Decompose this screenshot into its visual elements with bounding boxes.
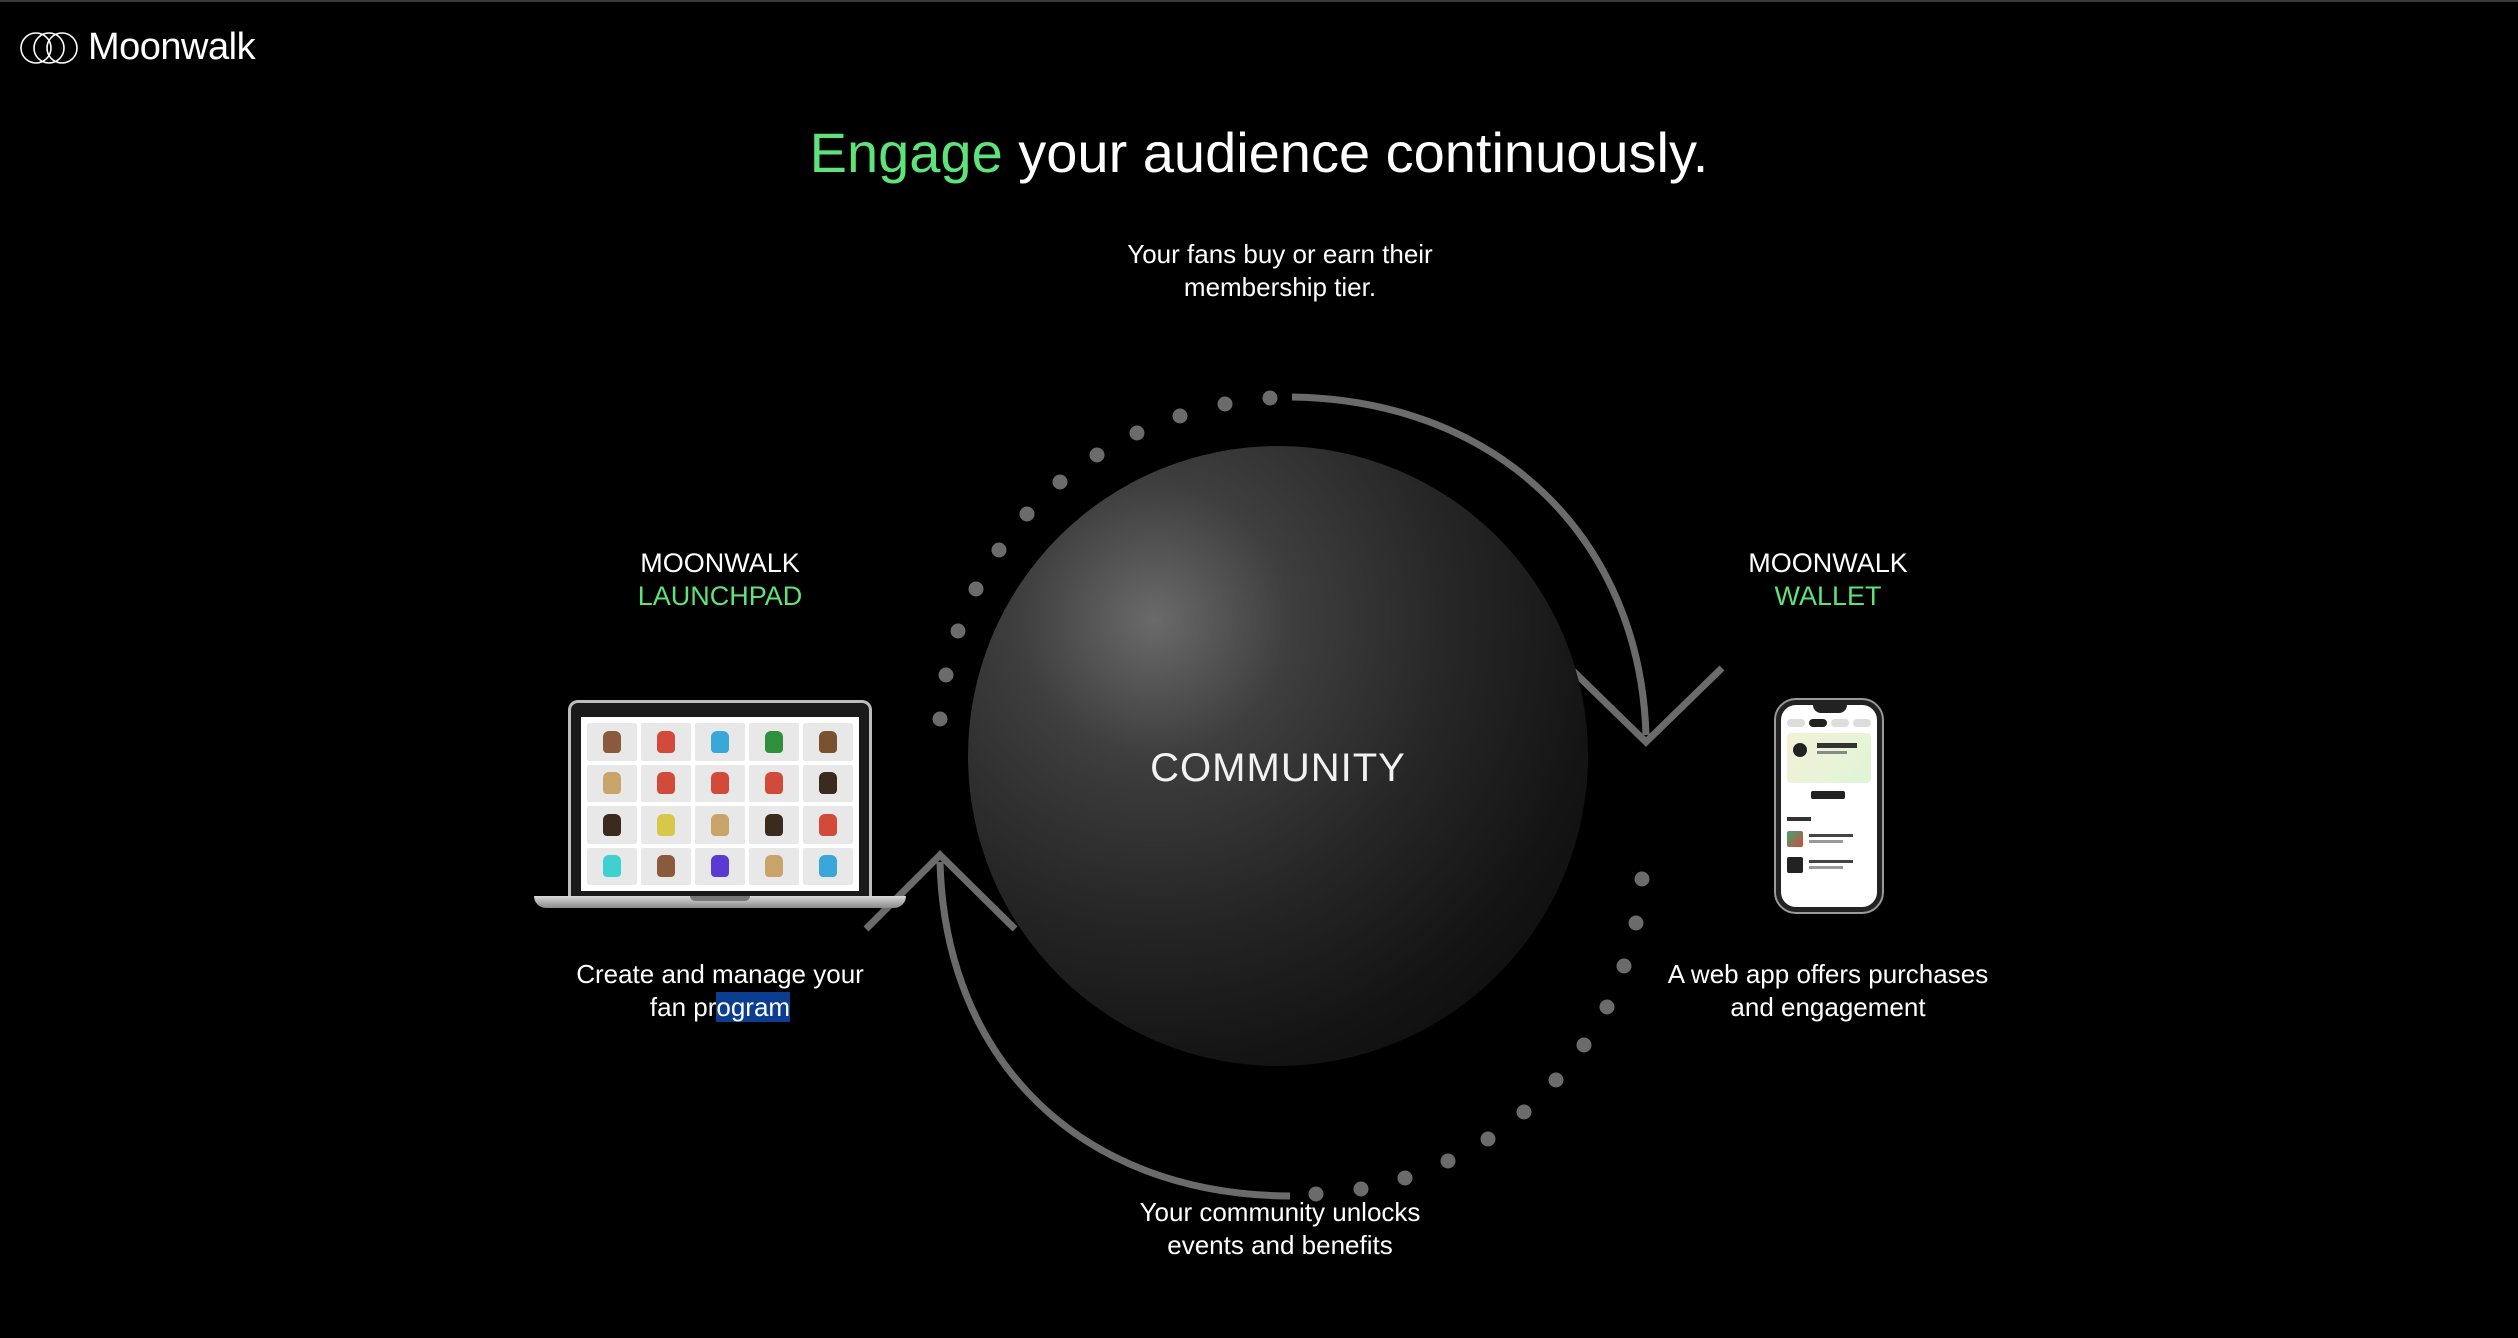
phone-pill bbox=[1811, 791, 1845, 799]
phone-unlock-row bbox=[1787, 831, 1871, 849]
wallet-caption: A web app offers purchases and engagemen… bbox=[1628, 958, 2028, 1024]
avatar-face bbox=[657, 730, 675, 753]
avatar-face bbox=[765, 813, 783, 836]
avatar-face bbox=[765, 855, 783, 878]
avatar-thumbnail bbox=[695, 806, 745, 844]
avatar-face bbox=[765, 730, 783, 753]
launchpad-label: MOONWALK LAUNCHPAD bbox=[570, 547, 870, 613]
launchpad-caption-line2-pre: fan pr bbox=[649, 992, 717, 1022]
bottom-caption: Your community unlocks events and benefi… bbox=[1080, 1196, 1480, 1262]
avatar-face bbox=[819, 855, 837, 878]
avatar-thumbnail bbox=[695, 764, 745, 802]
wallet-caption-line2: and engagement bbox=[1730, 992, 1926, 1022]
avatar-face bbox=[711, 730, 729, 753]
headline-rest: your audience continuously. bbox=[1018, 121, 1709, 184]
brand-name: Moonwalk bbox=[88, 26, 256, 68]
launchpad-label-accent: LAUNCHPAD bbox=[637, 581, 803, 611]
wallet-label: MOONWALK WALLET bbox=[1678, 547, 1978, 613]
bottom-caption-line2: events and benefits bbox=[1167, 1230, 1393, 1260]
avatar-thumbnail bbox=[587, 847, 637, 885]
community-label: COMMUNITY bbox=[1150, 746, 1406, 790]
avatar-thumbnail bbox=[695, 847, 745, 885]
avatar-face bbox=[765, 772, 783, 795]
arrowhead-right-icon bbox=[1567, 665, 1725, 747]
avatar-thumbnail bbox=[803, 847, 853, 885]
avatar-face bbox=[657, 855, 675, 878]
avatar-face bbox=[657, 772, 675, 795]
avatar-thumbnail bbox=[587, 764, 637, 802]
avatar-face bbox=[657, 813, 675, 836]
avatar-face bbox=[711, 772, 729, 795]
phone-tabs bbox=[1787, 719, 1871, 727]
launchpad-laptop-image bbox=[534, 700, 906, 916]
bottom-caption-line1: Your community unlocks bbox=[1139, 1197, 1421, 1227]
avatar-face bbox=[819, 772, 837, 795]
avatar-thumbnail bbox=[803, 806, 853, 844]
avatar-face bbox=[711, 813, 729, 836]
avatar-face bbox=[819, 813, 837, 836]
headline-accent: Engage bbox=[809, 121, 1003, 184]
avatar-thumbnail bbox=[749, 723, 799, 761]
wallet-label-main: MOONWALK bbox=[1748, 548, 1908, 578]
page-headline: Engage your audience continuously. bbox=[0, 120, 2518, 185]
avatar-face bbox=[603, 772, 621, 795]
wallet-caption-line1: A web app offers purchases bbox=[1667, 959, 1989, 989]
top-border bbox=[0, 0, 2518, 2]
avatar-thumbnail bbox=[641, 764, 691, 802]
top-caption-line1: Your fans buy or earn their bbox=[1127, 239, 1433, 269]
avatar-thumbnail bbox=[749, 847, 799, 885]
avatar-face bbox=[603, 813, 621, 836]
phone-notch bbox=[1813, 705, 1847, 713]
avatar-thumbnail bbox=[803, 723, 853, 761]
avatar-thumbnail bbox=[641, 806, 691, 844]
overlapping-circles-logo-icon bbox=[20, 31, 78, 64]
avatar-face bbox=[819, 730, 837, 753]
top-caption-line2: membership tier. bbox=[1183, 272, 1377, 302]
avatar-thumbnail bbox=[641, 847, 691, 885]
laptop-lid bbox=[568, 700, 872, 900]
phone-unlock-row bbox=[1787, 857, 1871, 875]
avatar-thumbnail bbox=[695, 723, 745, 761]
phone-membership-card bbox=[1787, 733, 1871, 783]
laptop-notch bbox=[690, 896, 750, 901]
avatar-thumbnail bbox=[587, 806, 637, 844]
brand-logo[interactable]: Moonwalk bbox=[20, 26, 256, 69]
avatar-thumbnail bbox=[749, 764, 799, 802]
launchpad-caption: Create and manage your fan program bbox=[520, 958, 920, 1024]
wallet-label-accent: WALLET bbox=[1774, 581, 1882, 611]
avatar-face bbox=[711, 855, 729, 878]
avatar-thumbnail bbox=[641, 723, 691, 761]
avatar-face bbox=[603, 855, 621, 878]
launchpad-label-main: MOONWALK bbox=[640, 548, 800, 578]
avatar-face bbox=[603, 730, 621, 753]
avatar-grid bbox=[581, 717, 859, 891]
avatar-thumbnail bbox=[749, 806, 799, 844]
launchpad-caption-line1: Create and manage your bbox=[576, 959, 864, 989]
top-caption: Your fans buy or earn their membership t… bbox=[1080, 238, 1480, 304]
avatar-thumbnail bbox=[803, 764, 853, 802]
avatar-thumbnail bbox=[587, 723, 637, 761]
wallet-phone-image bbox=[1774, 698, 1884, 914]
selected-text: ogram bbox=[716, 992, 791, 1022]
launchpad-caption-line2: fan program bbox=[520, 991, 920, 1024]
phone-unlocks-heading bbox=[1787, 817, 1811, 821]
